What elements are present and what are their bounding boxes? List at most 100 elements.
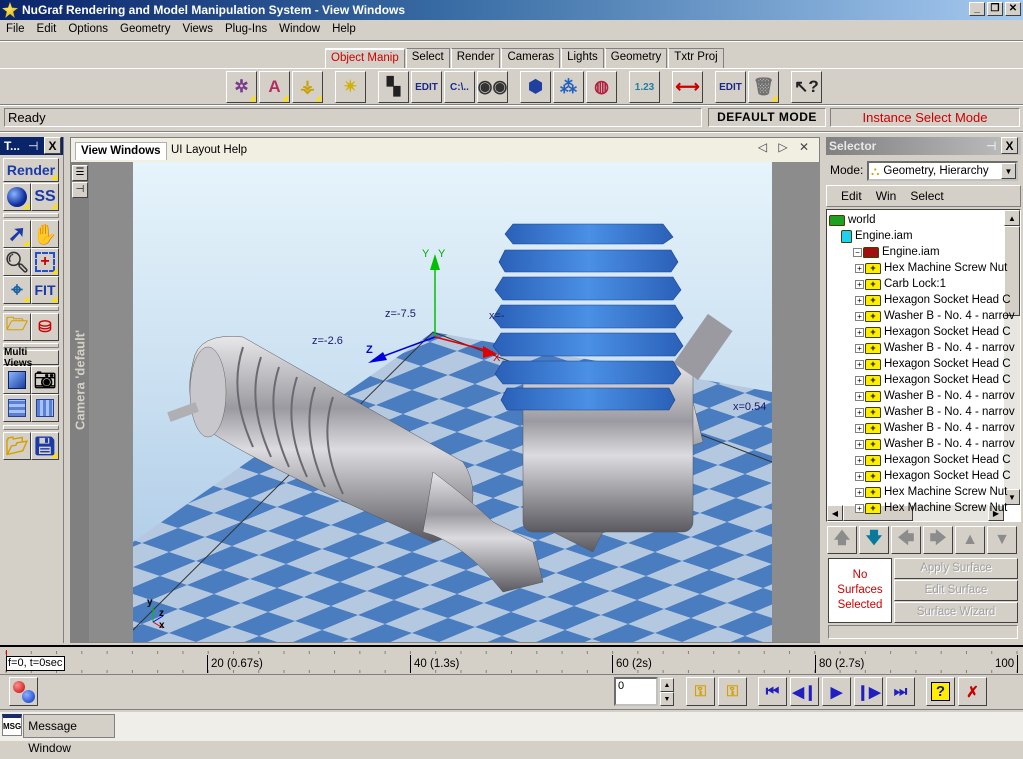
- tree-item[interactable]: + + Washer B - No. 4 - narrov: [855, 404, 1015, 420]
- menu-file[interactable]: File: [0, 23, 31, 35]
- selector-menu-edit[interactable]: Edit: [841, 189, 862, 203]
- tab-view-windows[interactable]: View Windows: [75, 142, 167, 160]
- expand-icon[interactable]: +: [855, 311, 864, 321]
- menu-geometry[interactable]: Geometry: [114, 23, 177, 35]
- remove-key-button[interactable]: ⚿: [718, 677, 747, 706]
- tree-item[interactable]: + + Washer B - No. 4 - narrov: [855, 308, 1015, 324]
- go-to-start-button[interactable]: ⏮: [758, 677, 787, 706]
- expand-icon[interactable]: +: [855, 407, 864, 417]
- restore-button[interactable]: ❐: [987, 2, 1003, 16]
- render-button[interactable]: Render: [3, 158, 59, 182]
- expand-icon[interactable]: +: [855, 327, 864, 337]
- edit-material-button[interactable]: EDIT: [411, 71, 442, 103]
- tree-item[interactable]: + + Washer B - No. 4 - narrov: [855, 388, 1015, 404]
- go-to-end-button[interactable]: ⏭: [886, 677, 915, 706]
- screenshot-button[interactable]: SS: [31, 183, 59, 211]
- copy-object-button[interactable]: ⬢: [520, 71, 551, 103]
- axis-tool[interactable]: ⚶: [292, 71, 323, 103]
- open-file-button[interactable]: 📂︎: [3, 432, 31, 460]
- expand-icon[interactable]: +: [855, 455, 864, 465]
- splitter[interactable]: [63, 137, 69, 643]
- scroll-up-arrow[interactable]: ▲: [1004, 210, 1020, 226]
- mode-select[interactable]: ⛬ Geometry, Hierarchy ▼: [867, 161, 1018, 181]
- save-scene-button[interactable]: ⛁: [31, 313, 59, 341]
- tree-item[interactable]: + + Hexagon Socket Head C: [855, 372, 1011, 388]
- 3d-viewport[interactable]: Y Y Z X z=-7.5 z=-2.6 x=- x=0.54 y z x: [133, 162, 772, 642]
- delete-button[interactable]: 🗑: [748, 71, 779, 103]
- view-pin-button[interactable]: ⊣: [72, 182, 88, 198]
- pin-icon[interactable]: ⊣: [986, 139, 996, 153]
- pin-icon[interactable]: ⊣: [28, 139, 38, 153]
- scroll-down-button[interactable]: ▼: [987, 526, 1017, 554]
- move-up-button[interactable]: 🡅: [827, 526, 857, 554]
- tree-item[interactable]: + + Carb Lock:1: [855, 276, 946, 292]
- tree-item[interactable]: − Engine.iam: [853, 244, 940, 260]
- chevron-down-icon[interactable]: ▼: [1001, 163, 1016, 179]
- pan-hand-button[interactable]: ✋: [31, 220, 59, 248]
- frame-spin-down[interactable]: ▼: [660, 692, 674, 706]
- tab-txtr-proj[interactable]: Txtr Proj: [668, 48, 724, 68]
- tab-geometry[interactable]: Geometry: [604, 48, 668, 68]
- frame-spin-up[interactable]: ▲: [660, 678, 674, 692]
- expand-icon[interactable]: +: [855, 503, 864, 513]
- scroll-left-arrow[interactable]: ◀: [827, 505, 843, 521]
- add-key-button[interactable]: ⚿: [686, 677, 715, 706]
- step-back-button[interactable]: ◀❙: [790, 677, 819, 706]
- scale-button[interactable]: ⟷: [672, 71, 703, 103]
- target-button[interactable]: ⌖: [3, 276, 31, 304]
- close-button[interactable]: ✕: [1005, 2, 1021, 16]
- expand-icon[interactable]: +: [855, 487, 864, 497]
- delete-key-button[interactable]: ✗: [958, 677, 987, 706]
- wireframe-transfer-button[interactable]: ◍: [586, 71, 617, 103]
- tab-ui-layout-help[interactable]: UI Layout Help: [166, 142, 252, 160]
- step-forward-button[interactable]: ❙▶: [854, 677, 883, 706]
- tree-item[interactable]: + + Hex Machine Screw Nut: [855, 500, 1007, 516]
- apply-surface-button[interactable]: Apply Surface: [894, 558, 1018, 579]
- rotate-tool[interactable]: A: [259, 71, 290, 103]
- scroll-up-button[interactable]: ▲: [955, 526, 985, 554]
- expand-icon[interactable]: +: [855, 391, 864, 401]
- selector-menu-win[interactable]: Win: [876, 189, 897, 203]
- tool-panel-close-button[interactable]: X: [44, 137, 61, 154]
- tree-item[interactable]: + + Hexagon Socket Head C: [855, 356, 1011, 372]
- tree-item[interactable]: + + Hexagon Socket Head C: [855, 468, 1011, 484]
- tree-item[interactable]: + + Hexagon Socket Head C: [855, 452, 1011, 468]
- tree-item[interactable]: + + Hex Machine Screw Nut: [855, 484, 1007, 500]
- tree-item[interactable]: + + Washer B - No. 4 - narrov: [855, 340, 1015, 356]
- select-arrow-button[interactable]: ➚: [3, 220, 31, 248]
- tree-item[interactable]: + + Hexagon Socket Head C: [855, 292, 1011, 308]
- frame-number-input[interactable]: 0: [614, 677, 658, 706]
- save-file-button[interactable]: 💾︎: [31, 432, 59, 460]
- menu-edit[interactable]: Edit: [31, 23, 63, 35]
- zoom-button[interactable]: 🔍︎: [3, 248, 31, 276]
- tree-item[interactable]: + + Hexagon Socket Head C: [855, 324, 1011, 340]
- menu-plug-ins[interactable]: Plug-Ins: [219, 23, 273, 35]
- fit-button[interactable]: FIT: [31, 276, 59, 304]
- selector-menu-select[interactable]: Select: [910, 189, 943, 203]
- expand-icon[interactable]: +: [855, 263, 864, 273]
- tree-item[interactable]: + + Washer B - No. 4 - narrov: [855, 436, 1015, 452]
- message-window-button[interactable]: MSG Message Window: [2, 714, 115, 755]
- tree-item[interactable]: world: [829, 212, 875, 228]
- explode-button[interactable]: ⁂: [553, 71, 584, 103]
- zoom-region-button[interactable]: +: [31, 248, 59, 276]
- expand-icon[interactable]: +: [855, 423, 864, 433]
- material-file-button[interactable]: C:\..: [444, 71, 475, 103]
- menu-help[interactable]: Help: [326, 23, 362, 35]
- pivot-tool[interactable]: ✴: [335, 71, 366, 103]
- collapse-icon[interactable]: −: [853, 247, 862, 257]
- move-right-button[interactable]: 🡆: [923, 526, 953, 554]
- tree-item[interactable]: + + Hex Machine Screw Nut: [855, 260, 1007, 276]
- split-view-button[interactable]: [31, 394, 59, 422]
- tab-object-manip[interactable]: Object Manip: [325, 48, 405, 68]
- play-button[interactable]: ▶: [822, 677, 851, 706]
- animation-button[interactable]: [9, 677, 38, 706]
- view-menu-button[interactable]: ☰: [72, 165, 88, 181]
- copy-material-button[interactable]: ▚: [378, 71, 409, 103]
- view-material-button[interactable]: ◉◉: [477, 71, 508, 103]
- single-view-button[interactable]: [3, 366, 31, 394]
- tab-render[interactable]: Render: [450, 48, 501, 68]
- camera-view-button[interactable]: 📷︎: [31, 366, 59, 394]
- view-window-nav[interactable]: ◁ ▷ ✕: [758, 140, 813, 154]
- selector-close-button[interactable]: X: [1001, 137, 1018, 154]
